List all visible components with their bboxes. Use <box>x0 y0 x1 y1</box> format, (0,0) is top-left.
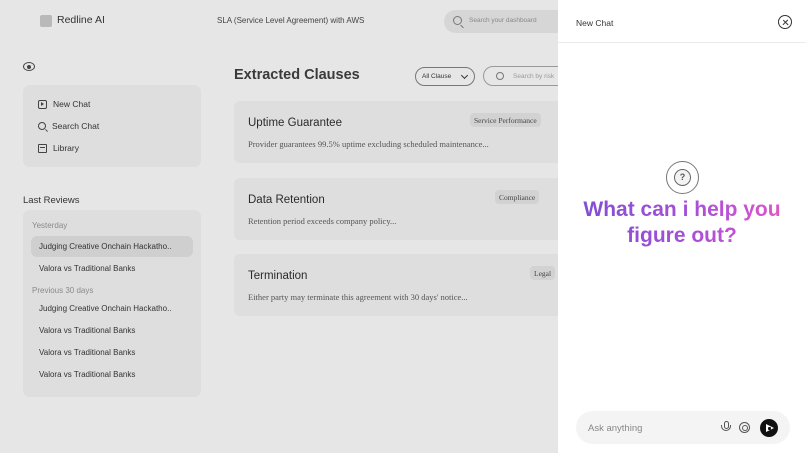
list-item[interactable]: Valora vs Traditional Banks <box>31 342 193 363</box>
microphone-icon[interactable] <box>721 421 731 434</box>
dashboard-search-placeholder: Search your dashboard <box>469 17 537 24</box>
new-chat-icon <box>38 99 47 109</box>
clause-filter-value: All Clause <box>422 73 452 80</box>
chat-help-icon: ? <box>666 161 699 194</box>
chat-input[interactable] <box>588 420 708 436</box>
chat-hero-heading: What can i help you figure out? <box>572 197 792 249</box>
search-icon <box>38 122 46 130</box>
search-icon <box>453 16 462 25</box>
risk-search-placeholder: Search by risk <box>513 72 555 80</box>
sidebar-item-library[interactable]: Library <box>38 141 79 155</box>
list-item[interactable]: Judging Creative Onchain Hackatho.. <box>31 236 193 257</box>
clause-tag: Service Performance <box>470 113 541 127</box>
divider <box>558 42 806 43</box>
group-label: Previous 30 days <box>32 286 94 295</box>
close-icon[interactable] <box>778 15 792 29</box>
clause-card[interactable]: Data Retention Compliance Retention peri… <box>234 178 574 240</box>
document-title: SLA (Service Level Agreement) with AWS <box>217 16 365 25</box>
library-icon <box>38 143 47 153</box>
list-item[interactable]: Valora vs Traditional Banks <box>31 364 193 385</box>
clause-tag: Compliance <box>495 190 540 204</box>
send-button[interactable] <box>760 419 778 437</box>
target-icon[interactable] <box>739 422 750 433</box>
chat-title: New Chat <box>576 18 614 28</box>
clause-title: Data Retention <box>248 194 325 206</box>
clause-description: Provider guarantees 99.5% uptime excludi… <box>248 139 489 149</box>
list-item[interactable]: Judging Creative Onchain Hackatho.. <box>31 298 193 319</box>
brand-logo <box>40 15 52 27</box>
clause-filter-select[interactable]: All Clause <box>415 67 475 86</box>
list-item[interactable]: Valora vs Traditional Banks <box>31 258 193 279</box>
chat-input-bar <box>576 411 790 444</box>
clause-title: Termination <box>248 270 308 282</box>
clause-description: Retention period exceeds company policy.… <box>248 216 397 226</box>
clause-card[interactable]: Uptime Guarantee Service Performance Pro… <box>234 101 574 163</box>
clause-title: Uptime Guarantee <box>248 117 342 129</box>
search-icon <box>496 72 504 80</box>
group-label: Yesterday <box>32 221 68 230</box>
history-list: Yesterday Judging Creative Onchain Hacka… <box>23 210 201 397</box>
question-glyph: ? <box>674 169 691 186</box>
chat-panel: New Chat ? What can i help you figure ou… <box>558 0 806 453</box>
sidebar-item-new-chat[interactable]: New Chat <box>38 97 90 111</box>
clause-tag: Legal <box>530 266 556 280</box>
sidebar-item-label: Search Chat <box>52 121 100 131</box>
clause-card[interactable]: Termination Legal Either party may termi… <box>234 254 574 316</box>
sidebar-item-label: New Chat <box>53 99 91 109</box>
sidebar-nav: New Chat Search Chat Library <box>23 85 201 167</box>
brand-name: Redline AI <box>57 14 105 26</box>
page-title: Extracted Clauses <box>234 67 360 83</box>
eye-icon[interactable] <box>23 62 35 71</box>
sidebar-item-label: Library <box>53 143 79 153</box>
history-title: Last Reviews <box>23 195 80 206</box>
sidebar-item-search-chat[interactable]: Search Chat <box>38 119 99 133</box>
list-item[interactable]: Valora vs Traditional Banks <box>31 320 193 341</box>
chevron-down-icon <box>460 71 469 80</box>
clause-description: Either party may terminate this agreemen… <box>248 292 468 302</box>
